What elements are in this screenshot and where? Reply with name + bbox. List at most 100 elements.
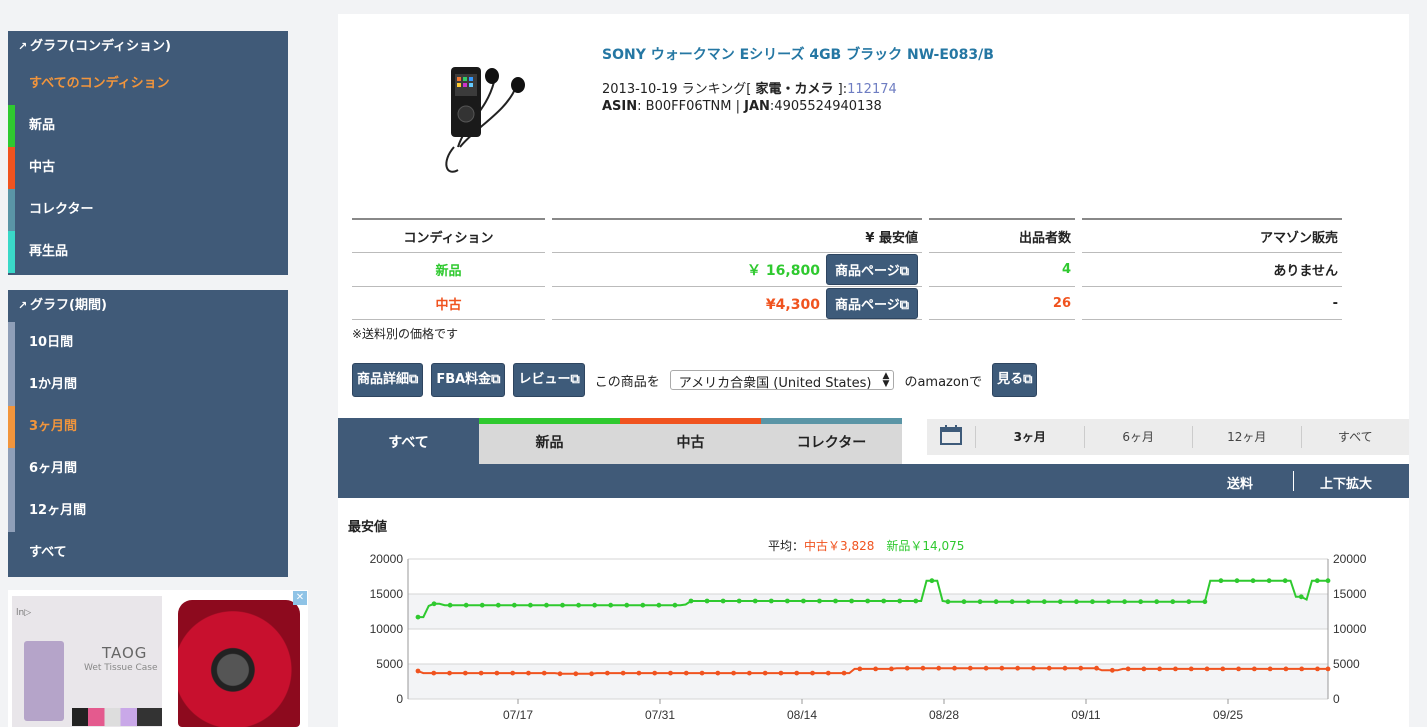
data-point: [1106, 599, 1111, 605]
sidebar-item-all-conditions[interactable]: すべてのコンディション: [8, 63, 288, 105]
advertisement[interactable]: ln▷ TAOG Wet Tissue Case ✕: [8, 590, 308, 727]
color-bar: [8, 448, 15, 490]
tab-all[interactable]: すべて: [338, 418, 479, 464]
data-point: [1220, 666, 1226, 672]
data-point: [1234, 578, 1240, 584]
data-point: [977, 599, 983, 605]
data-point: [1202, 599, 1208, 605]
fba-fee-button[interactable]: FBA料金⧉: [431, 363, 506, 397]
data-point: [431, 670, 437, 676]
product-ranking: 2013-10-19 ランキング[ 家電・カメラ ]:112174: [602, 82, 897, 97]
data-point: [873, 666, 879, 672]
y-tick-label-left: 5000: [376, 657, 403, 671]
ad-brand-text: ln▷: [16, 608, 32, 618]
tab-collector[interactable]: コレクター: [761, 418, 902, 464]
view-button[interactable]: 見る⧉: [992, 363, 1038, 397]
ad-close-icon[interactable]: ✕: [293, 591, 307, 605]
data-point: [494, 670, 500, 676]
data-point: [560, 602, 565, 608]
data-point: [778, 670, 784, 676]
data-point: [857, 666, 863, 672]
cell-price: ￥ 16,800: [747, 263, 820, 279]
sidebar-item-refurbished[interactable]: 再生品: [8, 231, 288, 273]
data-point: [1218, 578, 1224, 584]
header-seller-count: 出品者数: [929, 218, 1075, 252]
sidebar-item-collector[interactable]: コレクター: [8, 189, 288, 231]
data-point: [1325, 666, 1331, 672]
sidebar-item-new[interactable]: 新品: [8, 105, 288, 147]
cell-condition: 中古: [352, 286, 545, 320]
zoom-toggle[interactable]: 上下拡大: [1320, 473, 1372, 492]
period-tab-3months[interactable]: 3ヶ月: [975, 426, 1084, 448]
rank-link[interactable]: 112174: [847, 82, 897, 97]
ad-image-machine[interactable]: [166, 596, 308, 727]
data-point: [479, 602, 485, 608]
data-point: [731, 670, 737, 676]
sidebar-item-all-periods[interactable]: すべて: [8, 532, 288, 574]
y-tick-label-right: 10000: [1333, 622, 1367, 636]
sidebar-item-10days[interactable]: 10日間: [8, 322, 288, 364]
tab-color-bar: [761, 418, 902, 424]
y-tick-label-right: 5000: [1333, 657, 1360, 671]
sidebar-item-3months[interactable]: 3ヶ月間: [8, 406, 288, 448]
sidebar-item-1month[interactable]: 1か月間: [8, 364, 288, 406]
data-point: [668, 670, 673, 676]
header-amazon-sales: アマゾン販売: [1082, 218, 1342, 252]
data-point: [640, 602, 646, 608]
condition-tabs: すべて 新品 中古 コレクター: [338, 418, 902, 464]
color-bar: [8, 105, 15, 147]
product-page-button[interactable]: 商品ページ⧉: [825, 254, 918, 285]
external-link-icon: ⧉: [491, 372, 501, 387]
product-title[interactable]: SONY ウォークマン Eシリーズ 4GB ブラック NW-E083/B: [602, 44, 994, 64]
data-point: [1062, 665, 1068, 671]
ad-image-tissue-case[interactable]: ln▷ TAOG Wet Tissue Case: [12, 596, 162, 727]
data-point: [752, 598, 758, 604]
external-link-icon: ⧉: [899, 297, 909, 313]
data-point: [1090, 599, 1095, 605]
data-point: [656, 602, 662, 608]
data-point: [478, 670, 484, 676]
data-point: [624, 602, 630, 608]
x-tick-label: 08/28: [929, 708, 959, 722]
data-point: [1314, 578, 1320, 584]
data-point: [762, 670, 768, 676]
cell-condition: 新品: [352, 252, 545, 286]
period-tabs: 3ヶ月 6ヶ月 12ヶ月 すべて: [927, 419, 1409, 455]
cell-sellers: 4: [929, 252, 1075, 286]
shipping-toggle[interactable]: 送料: [1227, 473, 1253, 492]
data-point: [881, 598, 887, 604]
y-tick-label-right: 0: [1333, 692, 1340, 706]
tab-new[interactable]: 新品: [479, 418, 620, 464]
sidebar-item-used[interactable]: 中古: [8, 147, 288, 189]
period-tab-all[interactable]: すべて: [1300, 426, 1410, 448]
data-point: [1138, 599, 1144, 605]
data-point: [1299, 666, 1305, 672]
data-point: [1041, 599, 1047, 605]
y-tick-label-right: 15000: [1333, 587, 1367, 601]
data-point: [495, 602, 501, 608]
cell-price: ¥4,300: [765, 296, 820, 313]
product-page-button[interactable]: 商品ページ⧉: [825, 287, 918, 319]
sidebar-item-12months[interactable]: 12ヶ月間: [8, 490, 288, 532]
data-point: [993, 599, 999, 605]
sidebar-item-6months[interactable]: 6ヶ月間: [8, 448, 288, 490]
condition-filter-panel: ↗ グラフ(コンディション) すべてのコンディション 新品 中古 コレクター 再生…: [8, 31, 288, 275]
period-tab-6months[interactable]: 6ヶ月: [1083, 426, 1193, 448]
country-select[interactable]: アメリカ合衆国 (United States) ▲ ▼: [669, 370, 895, 391]
product-image[interactable]: [436, 52, 532, 177]
tab-used[interactable]: 中古: [620, 418, 761, 464]
data-point: [1283, 666, 1289, 672]
x-tick-label: 08/14: [787, 708, 817, 722]
product-details-button[interactable]: 商品詳細⧉: [352, 363, 424, 397]
table-row: 中古 ¥4,300 商品ページ⧉ 26 -: [352, 286, 1342, 320]
data-point: [1250, 578, 1256, 584]
header-lowest-price: ¥ 最安値: [552, 218, 922, 252]
condition-price-table: コンディション ¥ 最安値 出品者数 アマゾン販売 新品 ￥ 16,800 商品ペ…: [345, 218, 1349, 320]
data-point: [1170, 599, 1176, 605]
data-point: [1204, 666, 1210, 672]
data-point: [833, 598, 838, 604]
color-bar: [8, 322, 15, 364]
review-button[interactable]: レビュー⧉: [513, 363, 585, 397]
product-toolbar: 商品詳細⧉ FBA料金⧉ レビュー⧉ この商品を アメリカ合衆国 (United…: [352, 362, 1038, 398]
period-tab-12months[interactable]: 12ヶ月: [1192, 426, 1301, 448]
